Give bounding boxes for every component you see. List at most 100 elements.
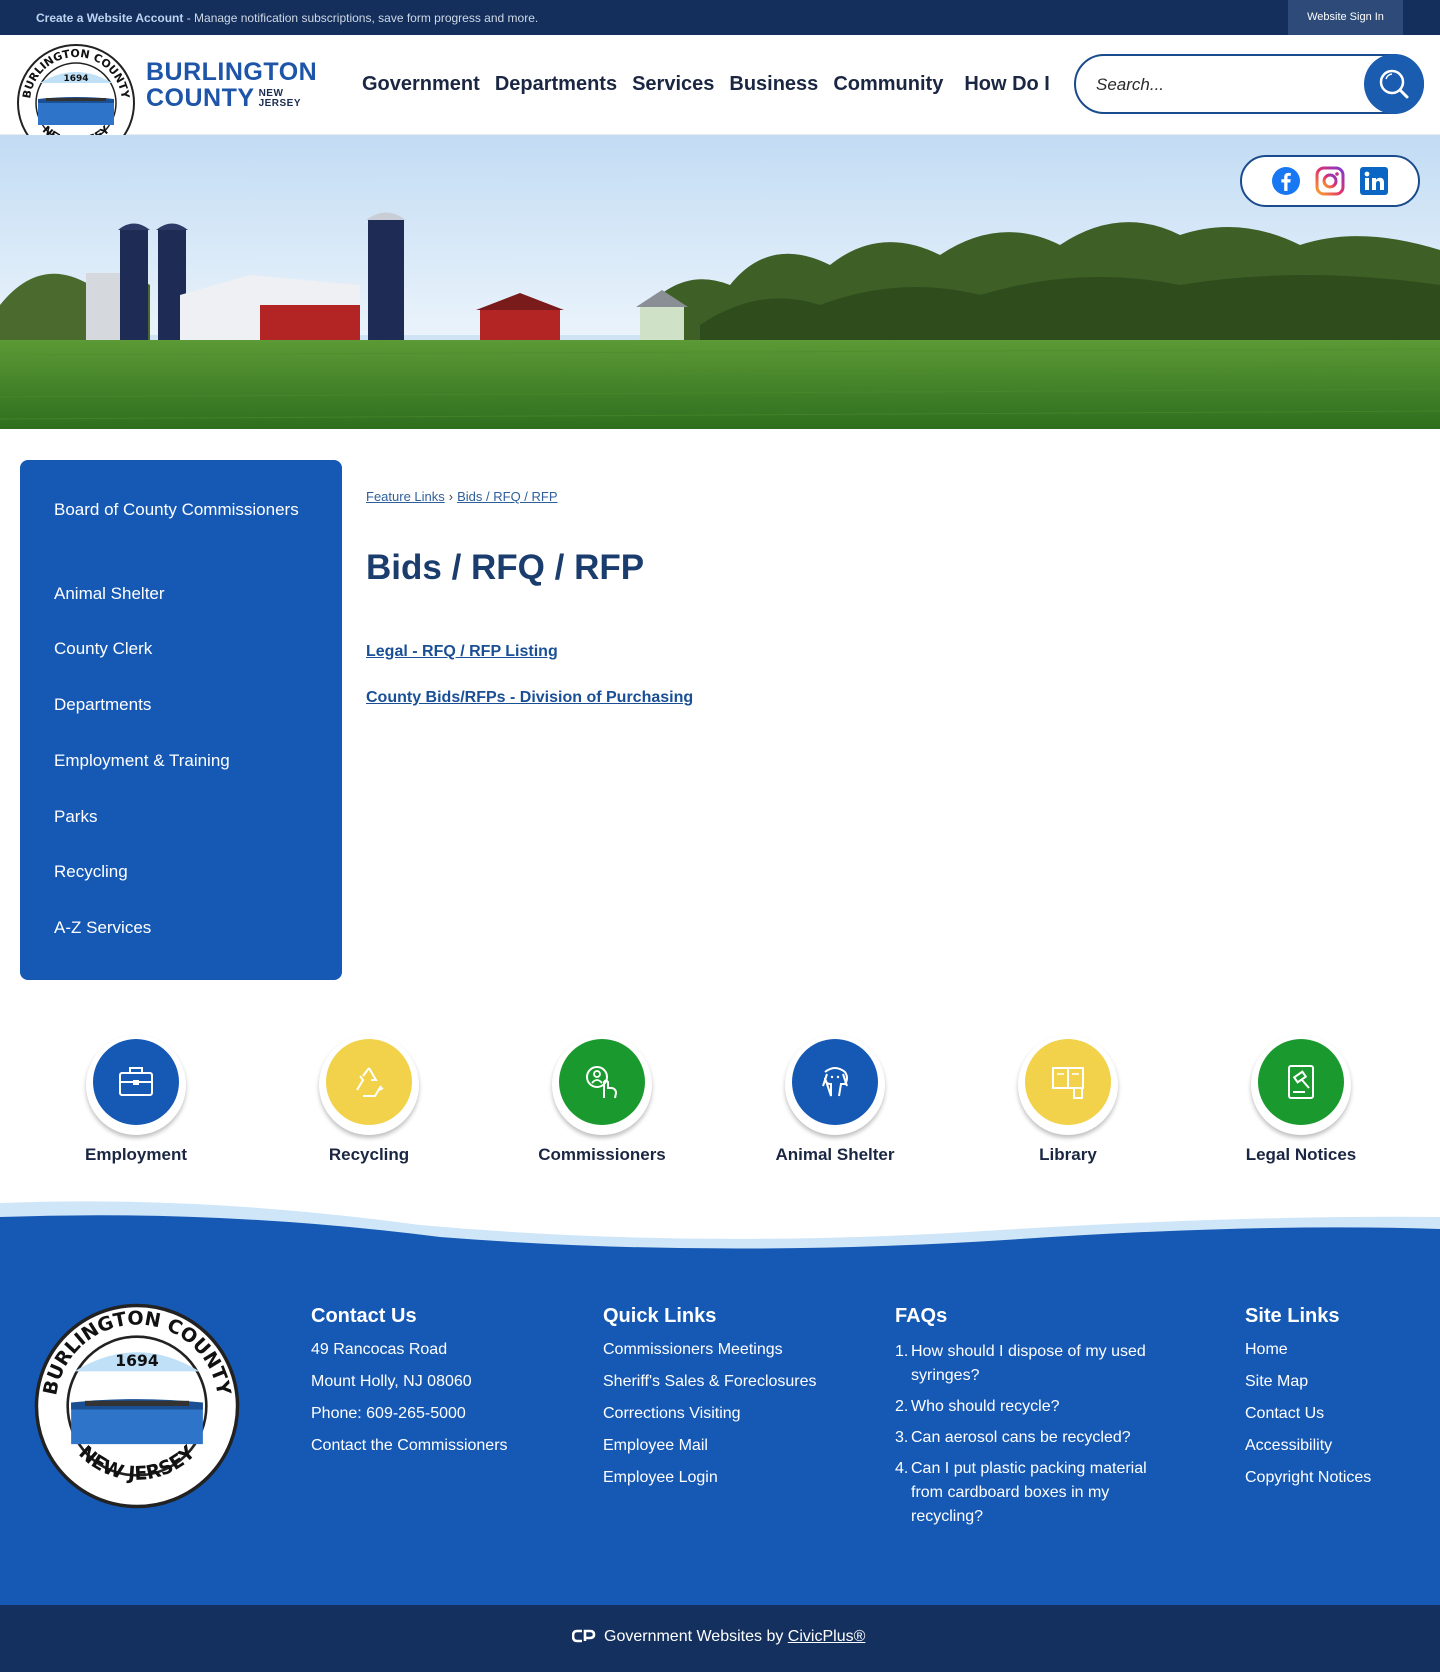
quick-link-circle: [1018, 1035, 1118, 1135]
hand-pointer-icon: [586, 1066, 618, 1099]
breadcrumb-current[interactable]: Bids / RFQ / RFP: [457, 489, 557, 504]
account-message: Create a Website Account - Manage notifi…: [36, 11, 538, 25]
faq-item[interactable]: 3. Can aerosol cans be recycled?: [895, 1426, 1165, 1450]
quick-link-commissioners[interactable]: Commissioners: [502, 1035, 702, 1165]
faq-number: 4.: [895, 1460, 909, 1477]
search-icon: [1379, 69, 1409, 99]
footer-phone[interactable]: Phone: 609-265-5000: [311, 1404, 571, 1424]
faq-item[interactable]: 4. Can I put plastic packing material fro…: [895, 1457, 1165, 1529]
quick-link-circle: [552, 1035, 652, 1135]
county-bids-link[interactable]: County Bids/RFPs - Division of Purchasin…: [366, 689, 693, 707]
brand-state: NEW JERSEY: [258, 88, 302, 110]
create-account-link[interactable]: Create a Website Account: [36, 11, 183, 25]
footer-link-commissioners-meetings[interactable]: Commissioners Meetings: [603, 1340, 863, 1360]
footer-contact: Contact Us 49 Rancocas Road Mount Holly,…: [311, 1305, 571, 1468]
quick-link-animal-shelter[interactable]: Animal Shelter: [735, 1035, 935, 1165]
footer-link-employee-mail[interactable]: Employee Mail: [603, 1436, 863, 1456]
sidebar-item-county-clerk[interactable]: County Clerk: [54, 636, 304, 662]
quick-link-circle: [319, 1035, 419, 1135]
nav-departments[interactable]: Departments: [495, 73, 617, 96]
quick-link-legal-notices[interactable]: Legal Notices: [1201, 1035, 1401, 1165]
breadcrumb-separator: ›: [448, 489, 454, 504]
site-header: 1694 BURLINGTON COUNTY NEW JERSEY BURLIN…: [0, 35, 1440, 162]
quick-link-label: Library: [1039, 1145, 1097, 1164]
footer-site-links: Site Links Home Site Map Contact Us Acce…: [1245, 1305, 1425, 1500]
footer-faqs-title: FAQs: [895, 1305, 948, 1327]
footer-address-line-1: 49 Rancocas Road: [311, 1341, 448, 1358]
main-nav: Government Departments Services Business…: [362, 73, 1065, 96]
footer-bottom-bar: Government Websites by CivicPlus®: [0, 1605, 1440, 1672]
brand-wordmark[interactable]: BURLINGTON COUNTY NEW JERSEY: [146, 58, 318, 112]
footer-link-contact-us[interactable]: Contact Us: [1245, 1404, 1425, 1424]
facebook-icon[interactable]: [1271, 166, 1301, 196]
quick-link-circle: [86, 1035, 186, 1135]
footer-link-site-map[interactable]: Site Map: [1245, 1372, 1425, 1392]
quick-link-label: Recycling: [328, 1145, 410, 1164]
brand-line-1: BURLINGTON: [146, 58, 318, 86]
page-title: Bids / RFQ / RFP: [366, 548, 645, 587]
gavel-icon: [1288, 1065, 1314, 1099]
nav-community[interactable]: Community: [833, 73, 943, 96]
search-box: [1074, 54, 1424, 114]
nav-business[interactable]: Business: [729, 73, 818, 96]
breadcrumb-feature-links[interactable]: Feature Links: [366, 489, 445, 504]
search-button[interactable]: [1364, 54, 1424, 114]
footer-contact-commissioners-link[interactable]: Contact the Commissioners: [311, 1436, 571, 1456]
faq-list: 1. How should I dispose of my used syring…: [895, 1340, 1165, 1529]
footer-link-home[interactable]: Home: [1245, 1340, 1425, 1360]
quick-link-circle-inner: [326, 1039, 412, 1125]
faq-item[interactable]: 2. Who should recycle?: [895, 1395, 1165, 1419]
sidebar-item-board-of-commissioners[interactable]: Board of County Commissioners: [54, 497, 304, 523]
hero-banner: [0, 135, 1440, 429]
quick-link-label: Employment: [84, 1145, 188, 1164]
sidebar-item-parks[interactable]: Parks: [54, 804, 304, 830]
civicplus-logo-icon: [571, 1629, 596, 1643]
sidebar-item-employment-training[interactable]: Employment & Training: [54, 748, 304, 774]
quick-link-label: Commissioners: [538, 1145, 666, 1164]
book-icon: [1052, 1067, 1084, 1099]
search-input[interactable]: [1096, 71, 1346, 99]
legal-rfq-link[interactable]: Legal - RFQ / RFP Listing: [366, 643, 558, 661]
instagram-icon[interactable]: [1315, 166, 1345, 196]
footer-link-accessibility[interactable]: Accessibility: [1245, 1436, 1425, 1456]
quick-link-circle-inner: [1258, 1039, 1344, 1125]
faq-number: 1.: [895, 1343, 909, 1360]
footer-link-corrections-visiting[interactable]: Corrections Visiting: [603, 1404, 863, 1424]
sidebar-item-recycling[interactable]: Recycling: [54, 859, 304, 885]
footer-link-employee-login[interactable]: Employee Login: [603, 1468, 863, 1488]
footer-link-sheriffs-sales[interactable]: Sheriff's Sales & Foreclosures: [603, 1372, 863, 1392]
footer-site-links-title: Site Links: [1245, 1305, 1340, 1327]
footer-link-copyright[interactable]: Copyright Notices: [1245, 1468, 1425, 1488]
quick-link-circle: [785, 1035, 885, 1135]
footer-contact-title: Contact Us: [311, 1305, 417, 1327]
faq-number: 2.: [895, 1398, 909, 1415]
footer-address-line-2: Mount Holly, NJ 08060: [311, 1373, 472, 1390]
credit-prefix: Government Websites by: [604, 1628, 784, 1645]
sidebar-item-departments[interactable]: Departments: [54, 692, 304, 718]
sidebar-item-a-z-services[interactable]: A-Z Services: [54, 915, 304, 941]
quick-link-circle-inner: [1025, 1039, 1111, 1125]
linkedin-icon[interactable]: [1359, 166, 1389, 196]
sidebar-item-animal-shelter[interactable]: Animal Shelter: [54, 581, 304, 607]
quick-link-employment[interactable]: Employment: [36, 1035, 236, 1165]
civicplus-link[interactable]: CivicPlus®: [788, 1628, 866, 1645]
brand-line-2: COUNTY NEW JERSEY: [146, 84, 302, 112]
quick-link-circle-inner: [93, 1039, 179, 1125]
nav-how-do-i[interactable]: How Do I: [964, 73, 1050, 96]
quick-link-recycling[interactable]: Recycling: [269, 1035, 469, 1165]
quick-link-circle-inner: [559, 1039, 645, 1125]
nav-services[interactable]: Services: [632, 73, 714, 96]
sign-in-button[interactable]: Website Sign In: [1288, 0, 1403, 35]
quick-link-circle-inner: [792, 1039, 878, 1125]
top-bar: Create a Website Account - Manage notifi…: [0, 0, 1440, 35]
nav-government[interactable]: Government: [362, 73, 480, 96]
briefcase-icon: [119, 1067, 153, 1096]
dog-icon: [822, 1067, 848, 1097]
quick-link-library[interactable]: Library: [968, 1035, 1168, 1165]
sidebar-nav: Board of County Commissioners Animal She…: [20, 460, 342, 980]
quick-link-circle: [1251, 1035, 1351, 1135]
farm-landscape-image: [0, 135, 1440, 429]
footer-seal-year: 1694: [115, 1352, 159, 1370]
faq-item[interactable]: 1. How should I dispose of my used syring…: [895, 1340, 1165, 1388]
site-footer: 1694 BURLINGTON COUNTY NEW JERSEY Contac…: [0, 1260, 1440, 1605]
